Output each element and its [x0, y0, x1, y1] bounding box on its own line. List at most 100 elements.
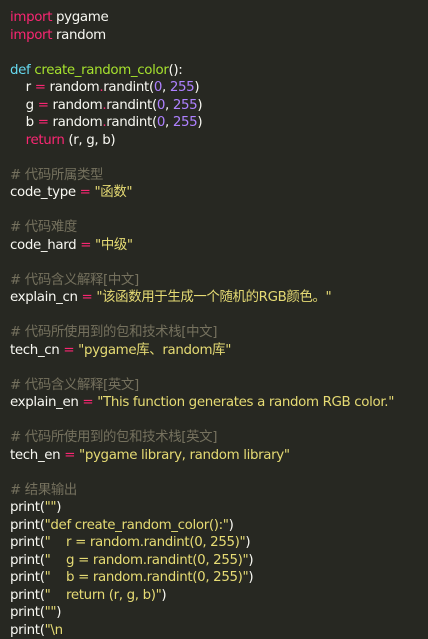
- code-token-str: "": [45, 500, 57, 515]
- code-token-op: =: [38, 98, 49, 113]
- code-line: b = random.randint(0, 255): [10, 114, 428, 132]
- code-token-str: " b = random.randint(0, 255)": [45, 570, 249, 585]
- code-token-plain: ): [197, 98, 202, 113]
- code-token-str: "def create_random_color():": [45, 518, 229, 533]
- code-token-plain: random: [46, 80, 100, 95]
- code-line: print(" b = random.randint(0, 255)"): [10, 569, 428, 587]
- code-token-plain: print(: [10, 500, 45, 515]
- code-token-op: =: [38, 115, 49, 130]
- code-token-kw: import: [10, 28, 52, 43]
- code-line: # 代码所使用到的包和技术栈[英文]: [10, 429, 428, 447]
- code-token-def: def: [10, 63, 30, 78]
- code-token-plain: ): [229, 518, 234, 533]
- code-token-str: " r = random.randint(0, 255)": [45, 535, 246, 550]
- code-token-comment: # 代码含义解释[中文]: [10, 273, 139, 288]
- code-line: # 代码含义解释[英文]: [10, 377, 428, 395]
- code-line: def create_random_color():: [10, 62, 428, 80]
- code-token-plain: print(: [10, 588, 45, 603]
- code-line: # 代码所属类型: [10, 167, 428, 185]
- code-token-num: 0: [154, 80, 162, 95]
- code-line: explain_en = "This function generates a …: [10, 394, 428, 412]
- code-line: code_hard = "中级": [10, 237, 428, 255]
- code-token-comment: # 代码所使用到的包和技术栈[英文]: [10, 430, 217, 445]
- code-token-comment: # 代码难度: [10, 220, 77, 235]
- code-token-plain: b: [10, 115, 38, 130]
- code-token-comment: # 代码含义解释[英文]: [10, 378, 139, 393]
- code-token-plain: randint(: [106, 115, 157, 130]
- code-token-str: "": [45, 605, 57, 620]
- code-token-kw: return: [26, 133, 65, 148]
- code-token-fn: create_random_color: [34, 63, 168, 78]
- code-line: [10, 464, 428, 482]
- code-token-plain: ,: [165, 115, 173, 130]
- code-token-op: =: [82, 395, 93, 410]
- code-line: g = random.randint(0, 255): [10, 97, 428, 115]
- code-line: code_type = "函数": [10, 184, 428, 202]
- code-token-plain: ): [56, 605, 61, 620]
- code-token-str: "This function generates a random RGB co…: [97, 395, 394, 410]
- code-line: [10, 412, 428, 430]
- code-line: explain_cn = "该函数用于生成一个随机的RGB颜色。": [10, 289, 428, 307]
- code-token-str: "pygame library, random library": [79, 448, 290, 463]
- code-token-plain: print(: [10, 518, 45, 533]
- code-token-plain: ,: [165, 98, 173, 113]
- code-line: tech_cn = "pygame库、random库": [10, 342, 428, 360]
- code-token-plain: ,: [162, 80, 170, 95]
- code-token-plain: explain_cn: [10, 290, 82, 305]
- code-token-op: =: [63, 343, 74, 358]
- code-token-op: =: [82, 290, 93, 305]
- code-line: [10, 359, 428, 377]
- code-token-num: 0: [157, 115, 165, 130]
- code-token-plain: ): [248, 553, 253, 568]
- code-line: import random: [10, 27, 428, 45]
- code-token-plain: ): [194, 80, 199, 95]
- code-editor[interactable]: import pygameimport randomdef create_ran…: [0, 0, 428, 596]
- code-token-str: "pygame库、random库": [78, 343, 231, 358]
- code-token-str: "\n: [45, 623, 63, 638]
- code-token-plain: randint(: [103, 80, 154, 95]
- code-token-plain: ): [248, 570, 253, 585]
- code-line: return (r, g, b): [10, 132, 428, 150]
- code-line: print("\n: [10, 622, 428, 639]
- code-token-num: 255: [170, 80, 195, 95]
- code-token-plain: g: [10, 98, 38, 113]
- code-line: print("def create_random_color():"): [10, 517, 428, 535]
- code-token-kw: import: [10, 10, 52, 25]
- code-line: [10, 202, 428, 220]
- code-token-plain: print(: [10, 605, 45, 620]
- code-line: print(""): [10, 499, 428, 517]
- code-token-plain: random: [49, 115, 103, 130]
- code-token-plain: (r, g, b): [64, 133, 115, 148]
- code-token-plain: ): [245, 535, 250, 550]
- code-token-plain: print(: [10, 553, 45, 568]
- code-line: print(" r = random.randint(0, 255)"): [10, 534, 428, 552]
- code-line: [10, 149, 428, 167]
- code-token-num: 255: [173, 98, 198, 113]
- code-token-plain: code_type: [10, 185, 80, 200]
- code-token-op: =: [64, 448, 75, 463]
- code-token-plain: print(: [10, 570, 45, 585]
- code-line: # 结果输出: [10, 482, 428, 500]
- code-line: [10, 254, 428, 272]
- code-token-plain: explain_en: [10, 395, 82, 410]
- code-token-str: " g = random.randint(0, 255)": [45, 553, 249, 568]
- code-line: # 代码难度: [10, 219, 428, 237]
- code-token-comment: # 代码所使用到的包和技术栈[中文]: [10, 325, 217, 340]
- code-token-plain: ): [197, 115, 202, 130]
- code-line: tech_en = "pygame library, random librar…: [10, 447, 428, 465]
- code-line: print(""): [10, 604, 428, 622]
- code-token-plain: r: [10, 80, 35, 95]
- code-line: [10, 44, 428, 62]
- code-token-plain: randint(: [106, 98, 157, 113]
- code-token-op: =: [80, 238, 91, 253]
- code-token-plain: pygame: [52, 10, 108, 25]
- code-token-plain: tech_cn: [10, 343, 63, 358]
- code-token-plain: ): [56, 500, 61, 515]
- code-line: print(" g = random.randint(0, 255)"): [10, 552, 428, 570]
- code-line: # 代码含义解释[中文]: [10, 272, 428, 290]
- code-token-str: " return (r, g, b)": [45, 588, 162, 603]
- code-token-plain: ():: [168, 63, 182, 78]
- code-token-comment: # 代码所属类型: [10, 168, 103, 183]
- code-line: import pygame: [10, 9, 428, 27]
- code-token-plain: random: [49, 98, 103, 113]
